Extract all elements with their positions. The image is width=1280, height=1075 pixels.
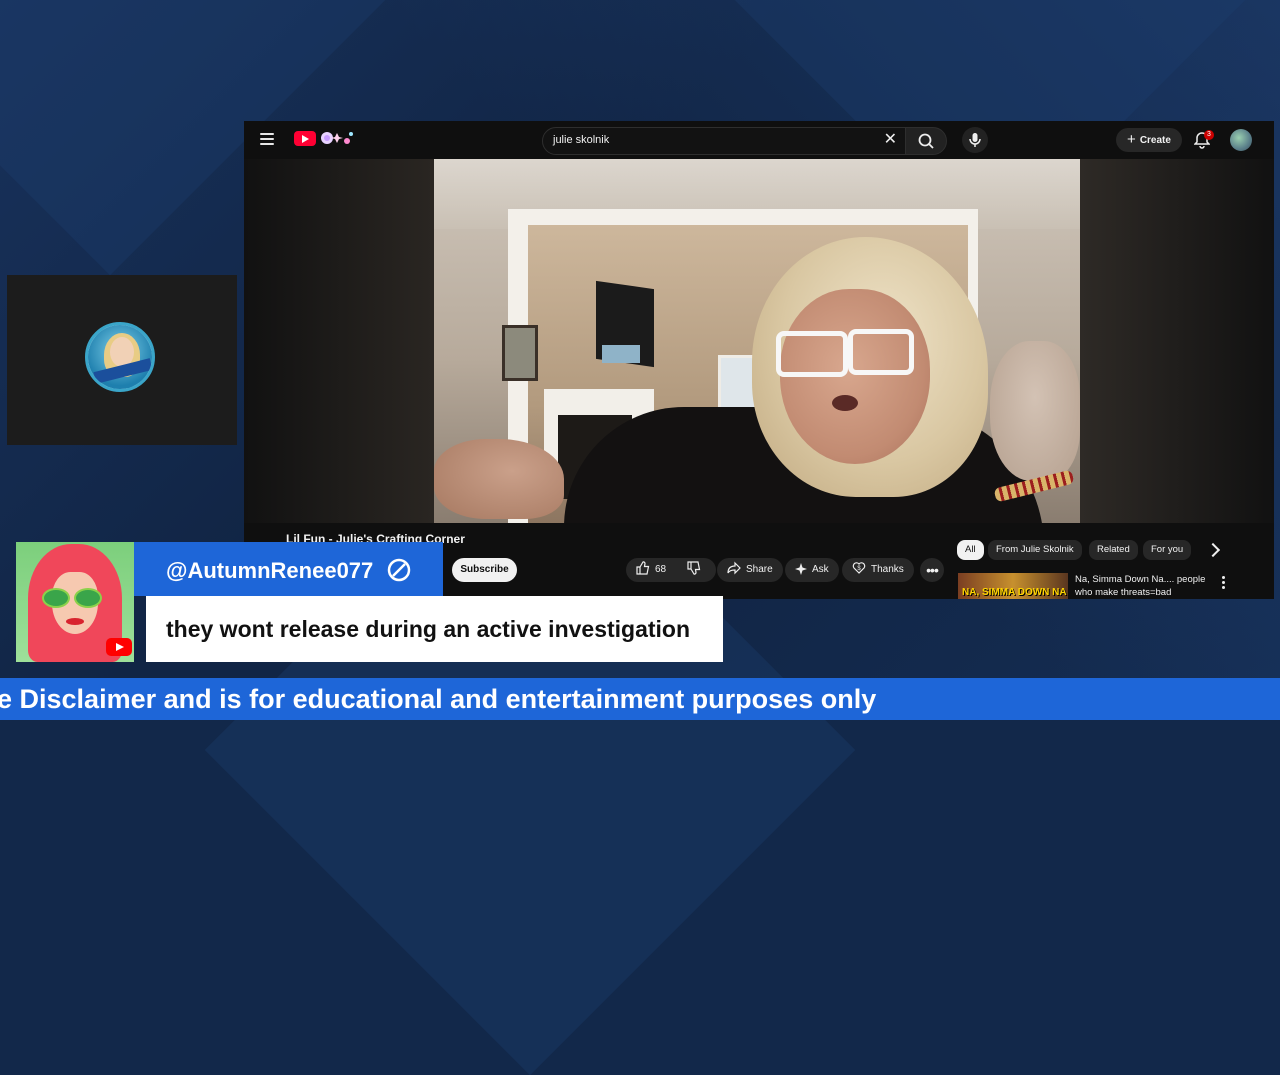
thanks-label: Thanks — [871, 564, 904, 575]
ticker-text: e Disclaimer and is for educational and … — [0, 684, 877, 714]
chat-username-bar: @AutumnRenee077 — [134, 542, 443, 596]
chip-all[interactable]: All — [957, 540, 984, 560]
video-scene-hand — [434, 439, 564, 519]
youtube-icon — [106, 638, 132, 656]
thumbnail-caption: NA, SIMMA DOWN NA — [962, 587, 1067, 598]
thumbs-up-icon — [636, 561, 650, 575]
plus-icon: + — [1127, 131, 1136, 148]
chat-message: they wont release during an active inves… — [166, 616, 691, 642]
ask-label: Ask — [812, 564, 829, 575]
share-icon — [727, 561, 741, 575]
dislike-button[interactable] — [680, 558, 708, 582]
youtube-masthead: julie skolnik ✕ + Create 3 — [244, 121, 1274, 159]
share-button[interactable]: Share — [717, 558, 783, 582]
more-actions-button[interactable]: ••• — [920, 558, 944, 582]
webcam-panel — [7, 275, 237, 445]
super-thanks-icon: $ — [852, 562, 866, 574]
chat-message-box: they wont release during an active inves… — [146, 596, 723, 662]
chat-username: @AutumnRenee077 — [166, 558, 374, 583]
more-horizontal-icon: ••• — [926, 562, 939, 578]
video-scene-glasses — [776, 331, 848, 377]
sparkle-icon — [795, 563, 807, 575]
video-scene-mouth — [832, 395, 858, 411]
disclaimer-ticker: e Disclaimer and is for educational and … — [0, 678, 1280, 720]
chip-for-you[interactable]: For you — [1143, 540, 1192, 560]
streamer-avatar — [85, 322, 155, 392]
create-label: Create — [1139, 135, 1171, 146]
recommended-video-thumbnail[interactable]: NA, SIMMA DOWN NA — [958, 573, 1068, 599]
thanks-button[interactable]: $ Thanks — [842, 558, 914, 582]
recommended-video-title[interactable]: Na, Simma Down Na.... people who make th… — [1075, 573, 1215, 599]
ask-button[interactable]: Ask — [785, 558, 839, 582]
thumbs-down-icon — [687, 561, 701, 575]
video-scene-hand — [990, 341, 1080, 481]
subscribe-button[interactable]: Subscribe — [452, 558, 517, 582]
account-avatar[interactable] — [1230, 129, 1252, 151]
chip-related[interactable]: Related — [1089, 540, 1138, 560]
verified-ring-icon — [387, 558, 411, 582]
video-scene-picture-frame — [502, 325, 538, 381]
menu-icon[interactable] — [260, 133, 274, 145]
voice-search-button[interactable] — [962, 127, 988, 153]
microphone-icon — [969, 133, 981, 147]
search-box[interactable]: julie skolnik ✕ — [542, 127, 906, 155]
notification-badge: 3 — [1204, 130, 1214, 140]
video-scene-tv-screen — [602, 345, 640, 363]
video-letterbox-left — [244, 159, 434, 523]
video-player[interactable] — [434, 159, 1080, 523]
video-scene-glasses — [848, 329, 914, 375]
chevron-right-icon[interactable] — [1205, 542, 1221, 558]
youtube-logo[interactable] — [294, 131, 316, 146]
search-icon — [918, 133, 934, 149]
search-button[interactable] — [905, 127, 947, 155]
share-label: Share — [746, 564, 773, 575]
close-icon[interactable]: ✕ — [884, 131, 897, 149]
doodle-icon[interactable] — [319, 129, 355, 147]
chip-from-julie-skolnik[interactable]: From Julie Skolnik — [988, 540, 1082, 560]
search-input[interactable]: julie skolnik — [553, 134, 609, 146]
create-button[interactable]: + Create — [1116, 128, 1182, 152]
youtube-window: julie skolnik ✕ + Create 3 Lil Fun - Jul… — [244, 121, 1274, 599]
video-letterbox-right — [1080, 159, 1274, 523]
more-vertical-icon[interactable] — [1222, 576, 1225, 591]
like-count: 68 — [655, 564, 667, 575]
chat-user-avatar — [16, 542, 134, 662]
